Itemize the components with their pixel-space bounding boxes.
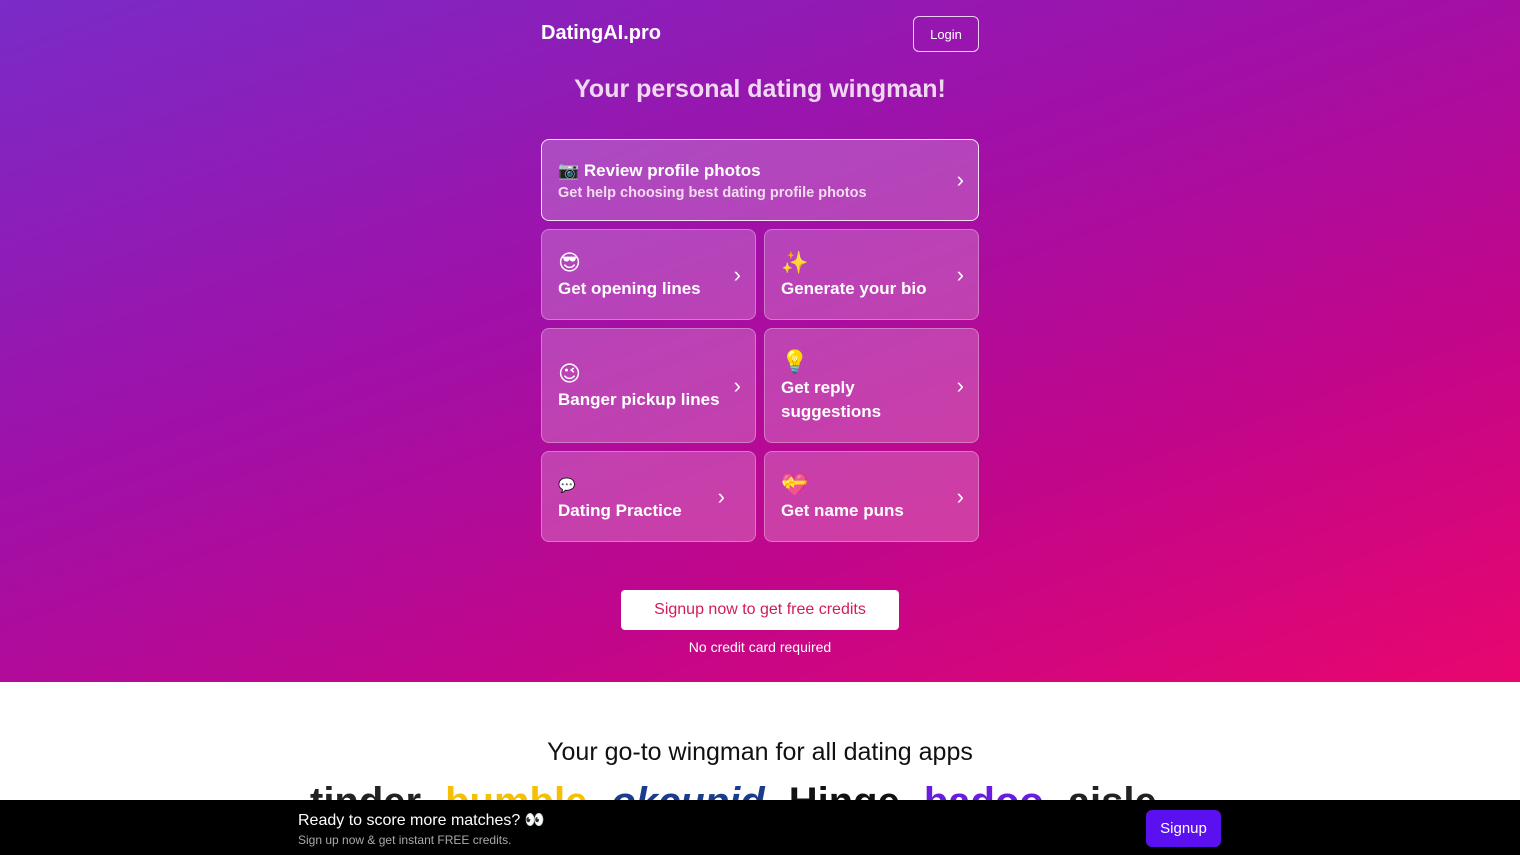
chevron-right-icon: ›: [733, 261, 741, 287]
card-dating-practice[interactable]: 💬 Dating Practice ›: [541, 451, 756, 542]
card-name-puns[interactable]: 💝 Get name puns ›: [764, 451, 979, 542]
banner-subtext: Sign up now & get instant FREE credits.: [298, 833, 512, 847]
tagline: Your personal dating wingman!: [574, 75, 946, 103]
lightbulb-icon: 💡: [781, 348, 809, 374]
card-title: Get reply suggestions: [781, 377, 882, 421]
chevron-right-icon: ›: [733, 372, 741, 398]
card-reply-suggestions[interactable]: 💡 Get reply suggestions ›: [764, 328, 979, 443]
signup-banner: Ready to score more matches? 👀 Sign up n…: [0, 800, 1520, 855]
sunglasses-emoji-icon: 😎: [558, 249, 581, 275]
camera-icon: 📷: [558, 161, 580, 180]
signup-free-credits-button[interactable]: Signup now to get free credits: [621, 590, 899, 630]
card-opening-lines[interactable]: 😎 Get opening lines ›: [541, 229, 756, 320]
site-logo[interactable]: DatingAI.pro: [541, 22, 661, 45]
no-credit-card-note: No credit card required: [688, 639, 832, 655]
banner-headline: Ready to score more matches? 👀: [298, 812, 545, 829]
chevron-right-icon: ›: [956, 167, 964, 192]
card-title: Dating Practice: [558, 500, 682, 520]
chevron-right-icon: ›: [717, 483, 725, 509]
chevron-right-icon: ›: [956, 372, 964, 398]
sparkles-icon: ✨: [781, 249, 809, 275]
card-pickup-lines[interactable]: 😉 Banger pickup lines ›: [541, 328, 756, 443]
card-title: Review profile photos: [583, 161, 761, 180]
speech-bubble-icon: 💬: [558, 476, 576, 493]
chevron-right-icon: ›: [956, 483, 964, 509]
card-subtitle: Get help choosing best dating profile ph…: [558, 185, 867, 201]
chevron-right-icon: ›: [956, 261, 964, 287]
card-title: Get name puns: [781, 500, 904, 520]
login-button[interactable]: Login: [913, 16, 979, 52]
card-title: Get opening lines: [558, 278, 701, 298]
card-review-photos[interactable]: 📷 Review profile photos Get help choosin…: [541, 139, 979, 221]
banner-signup-button[interactable]: Signup: [1146, 810, 1221, 847]
card-title: Banger pickup lines: [558, 389, 720, 409]
card-generate-bio[interactable]: ✨ Generate your bio ›: [764, 229, 979, 320]
wink-emoji-icon: 😉: [558, 360, 581, 386]
apps-heading: Your go-to wingman for all dating apps: [547, 738, 973, 766]
card-title: Generate your bio: [781, 278, 927, 298]
heart-ribbon-icon: 💝: [781, 471, 809, 497]
